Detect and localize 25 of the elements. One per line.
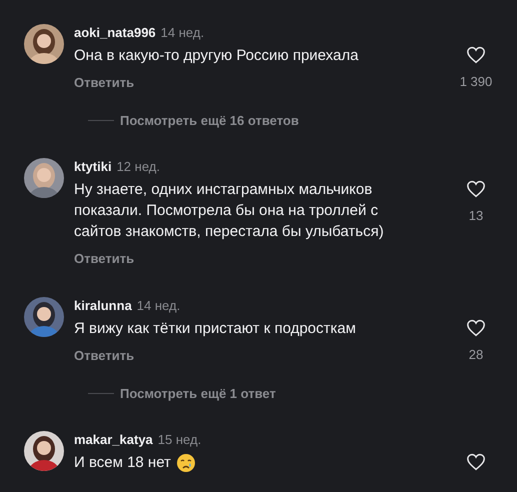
heart-icon[interactable]: [466, 319, 486, 337]
reply-button[interactable]: Ответить: [74, 348, 134, 364]
comment-text: Она в какую-то другую Россию приехала: [74, 46, 358, 66]
comment-text: И всем 18 нет: [74, 453, 171, 473]
username[interactable]: ktytiki: [74, 158, 112, 176]
like-count: 13: [468, 208, 484, 223]
username[interactable]: makar_katya: [74, 431, 153, 449]
view-replies-link[interactable]: Посмотреть ещё 1 ответ: [120, 386, 276, 401]
like-count: 28: [468, 347, 484, 362]
crying-face-icon: [176, 452, 196, 472]
comment-text: Ну знаете, одних инстаграмных мальчиков показали. Посмотрела бы она на троллей с сайтов знакомств, перестала бы улыбаться): [74, 180, 385, 242]
username[interactable]: kiralunna: [74, 297, 132, 315]
username[interactable]: aoki_nata996: [74, 24, 156, 42]
comment-text: Я вижу как тётки пристают к подросткам: [74, 319, 356, 339]
comment-time: 12 нед.: [116, 158, 160, 176]
heart-icon[interactable]: [466, 46, 486, 64]
view-replies-link[interactable]: Посмотреть ещё 16 ответов: [120, 113, 299, 128]
like-count: 1 390: [460, 74, 492, 89]
heart-icon[interactable]: [466, 453, 486, 471]
reply-button[interactable]: Ответить: [74, 75, 134, 91]
reply-button[interactable]: Ответить: [74, 251, 134, 267]
comment-time: 15 нед.: [158, 431, 202, 449]
heart-icon[interactable]: [466, 180, 486, 198]
comment-time: 14 нед.: [136, 297, 180, 315]
comment-time: 14 нед.: [160, 24, 204, 42]
